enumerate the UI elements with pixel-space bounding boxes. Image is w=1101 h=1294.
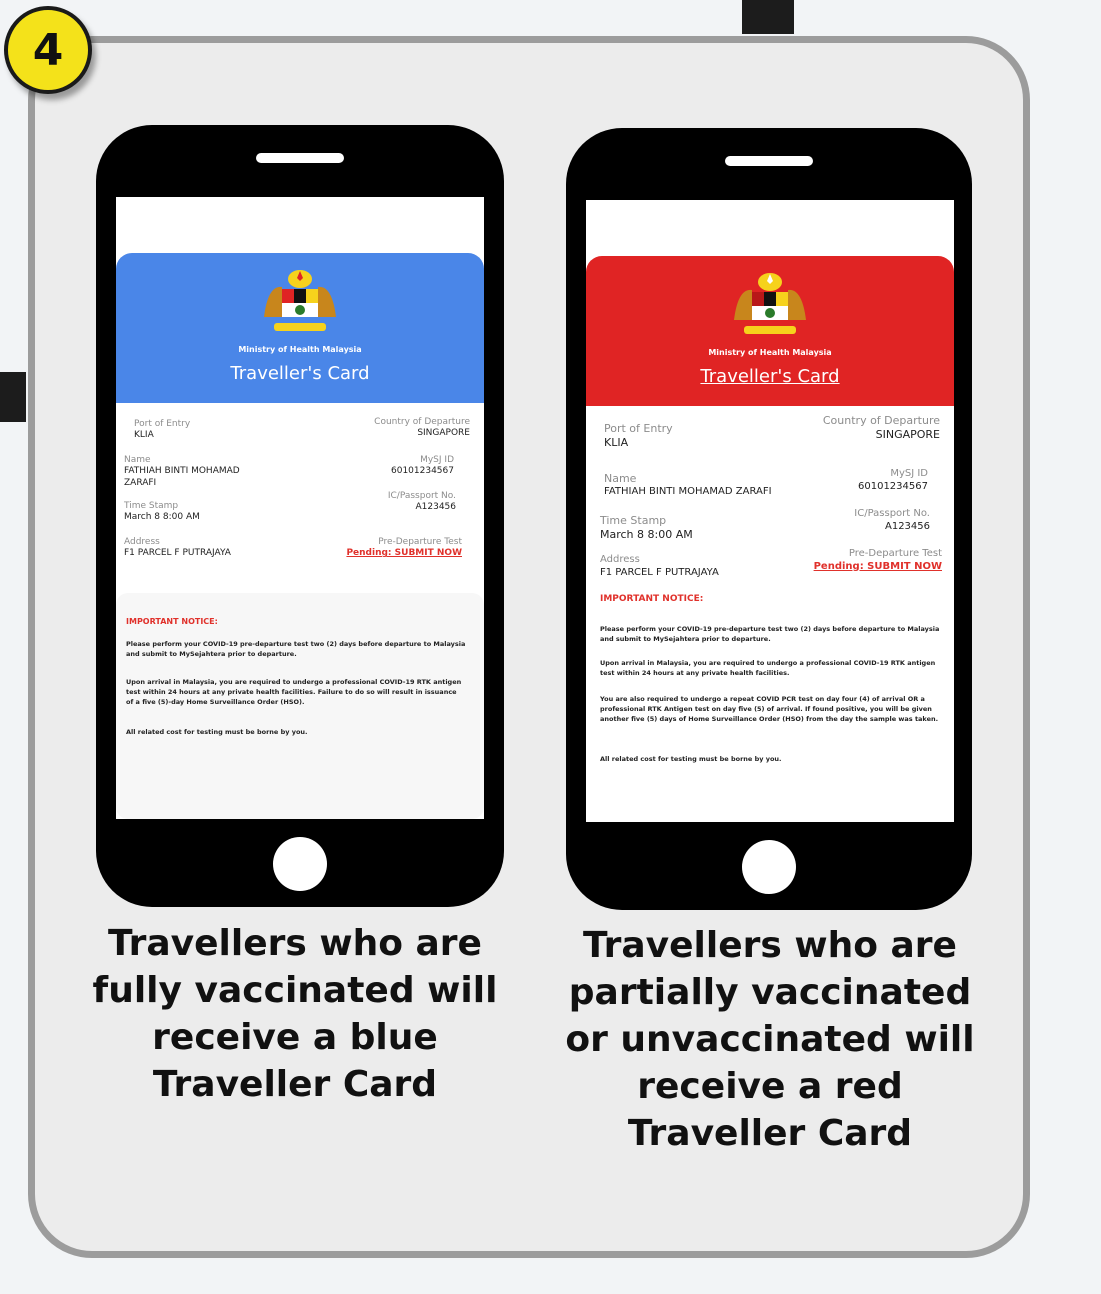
home-button[interactable]	[273, 837, 327, 891]
caption-blue-card: Travellers who are fully vaccinated will…	[92, 923, 498, 1105]
card-header-blue: Ministry of Health Malaysia Traveller's …	[116, 253, 484, 403]
decorative-bar-top	[742, 0, 794, 34]
step-number-badge: 4	[4, 6, 92, 94]
notice-title: IMPORTANT NOTICE:	[126, 617, 218, 626]
mysj-id-field: MySJ ID 60101234567	[391, 455, 454, 477]
phone-red-card: Ministry of Health Malaysia Traveller's …	[566, 128, 972, 910]
name-field: Name FATHIAH BINTI MOHAMAD ZARAFI	[604, 472, 772, 497]
notice-paragraph: All related cost for testing must be bor…	[126, 728, 308, 736]
decorative-bar-left	[0, 372, 26, 422]
notice-paragraph: Please perform your COVID-19 pre-departu…	[126, 640, 466, 659]
malaysia-coat-of-arms-icon	[734, 273, 806, 334]
phone-speaker	[256, 153, 344, 163]
submit-now-link[interactable]: Pending: SUBMIT NOW	[814, 561, 942, 574]
passport-field: IC/Passport No. A123456	[387, 491, 456, 513]
notice-paragraph: All related cost for testing must be bor…	[600, 755, 782, 763]
card-header-red: Ministry of Health Malaysia Traveller's …	[586, 256, 954, 406]
notice-paragraph: Please perform your COVID-19 pre-departu…	[600, 625, 940, 644]
pre-departure-field: Pre-Departure Test Pending: SUBMIT NOW	[813, 548, 942, 574]
port-of-entry-field: Port of Entry KLIA	[134, 419, 191, 441]
passport-field: IC/Passport No. A123456	[854, 508, 930, 532]
port-of-entry-field: Port of Entry KLIA	[604, 422, 673, 449]
phone-blue-card: Ministry of Health Malaysia Traveller's …	[96, 125, 504, 907]
home-button[interactable]	[742, 840, 796, 894]
notice-title: IMPORTANT NOTICE:	[600, 594, 704, 604]
timestamp-field: Time Stamp March 8 8:00 AM	[124, 501, 200, 523]
notice-paragraph: Upon arrival in Malaysia, you are requir…	[600, 659, 936, 678]
phone-screen: Ministry of Health Malaysia Traveller's …	[586, 200, 954, 822]
name-field: Name FATHIAH BINTI MOHAMAD ZARAFI	[124, 455, 240, 488]
mysj-id-field: MySJ ID 60101234567	[858, 468, 928, 492]
country-of-departure-field: Country of Departure SINGAPORE	[374, 417, 470, 439]
malaysia-coat-of-arms-icon	[264, 270, 336, 331]
address-field: Address F1 PARCEL F PUTRAJAYA	[124, 537, 231, 559]
pre-departure-field: Pre-Departure Test Pending: SUBMIT NOW	[346, 537, 462, 559]
caption-red-card: Travellers who are partially vaccinated …	[565, 925, 975, 1154]
notice-paragraph: Upon arrival in Malaysia, you are requir…	[126, 678, 462, 707]
address-field: Address F1 PARCEL F PUTRAJAYA	[600, 554, 719, 578]
notice-paragraph: You are also required to undergo a repea…	[600, 695, 939, 724]
phone-speaker	[725, 156, 813, 166]
phone-screen: Ministry of Health Malaysia Traveller's …	[116, 197, 484, 819]
ministry-label: Ministry of Health Malaysia	[238, 345, 362, 354]
card-title: Traveller's Card	[230, 363, 370, 384]
timestamp-field: Time Stamp March 8 8:00 AM	[600, 514, 693, 541]
country-of-departure-field: Country of Departure SINGAPORE	[822, 414, 940, 441]
submit-now-link[interactable]: Pending: SUBMIT NOW	[346, 548, 462, 559]
ministry-label: Ministry of Health Malaysia	[708, 348, 832, 357]
card-title: Traveller's Card	[700, 366, 840, 387]
